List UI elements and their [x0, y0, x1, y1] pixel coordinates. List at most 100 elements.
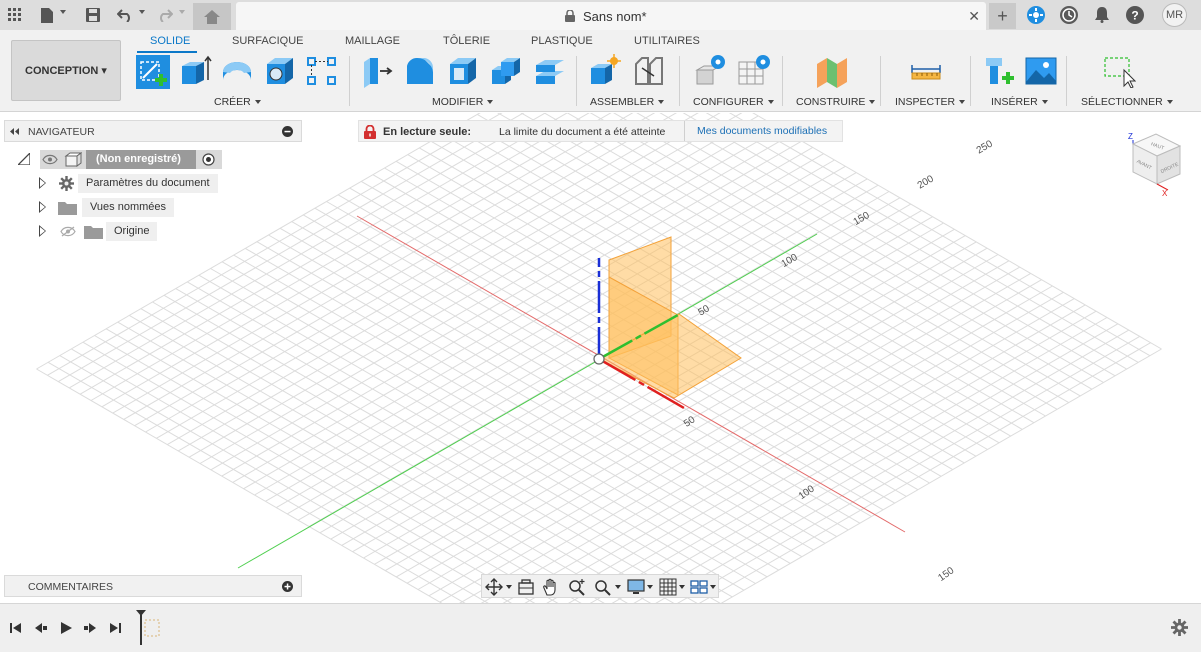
home-button[interactable]: [193, 3, 231, 30]
save-icon[interactable]: [82, 4, 104, 26]
tree-item-label: Paramètres du document: [78, 174, 218, 193]
orbit-caret[interactable]: [506, 585, 512, 589]
group-selectionner-menu[interactable]: SÉLECTIONNER: [1081, 96, 1173, 108]
folder-icon: [84, 226, 103, 239]
pan-hand-icon[interactable]: [542, 578, 560, 596]
tree-expand-icon[interactable]: [39, 201, 46, 213]
tab-plastique[interactable]: PLASTIQUE: [531, 35, 593, 47]
configuration-table-icon[interactable]: [737, 54, 771, 88]
ruler-label-right: 250: [975, 138, 995, 156]
construction-plane-icon[interactable]: [815, 54, 849, 88]
redo-icon[interactable]: [154, 4, 176, 26]
orbit-icon[interactable]: [485, 578, 503, 596]
activate-radio-icon[interactable]: [202, 153, 215, 166]
hidden-eye-icon[interactable]: [60, 226, 76, 237]
tab-maillage[interactable]: MAILLAGE: [345, 35, 400, 47]
undo-icon[interactable]: [114, 4, 136, 26]
group-inspecter-menu[interactable]: INSPECTER: [895, 96, 965, 108]
tab-surfacique[interactable]: SURFACIQUE: [232, 35, 304, 47]
new-component-icon[interactable]: [588, 54, 622, 88]
comments-title: COMMENTAIRES: [28, 581, 113, 593]
notifications-bell-icon[interactable]: [1091, 4, 1113, 26]
insert-mcmaster-icon[interactable]: [983, 54, 1017, 88]
pattern-icon[interactable]: [305, 54, 339, 88]
display-caret[interactable]: [647, 585, 653, 589]
step-back-icon[interactable]: [33, 621, 49, 635]
editable-documents-link[interactable]: Mes documents modifiables: [684, 121, 839, 141]
tree-item-origin[interactable]: Origine: [36, 222, 166, 241]
svg-text:?: ?: [1131, 9, 1138, 23]
group-configurer-menu[interactable]: CONFIGURER: [693, 96, 774, 108]
combine-icon[interactable]: [489, 54, 523, 88]
go-to-start-icon[interactable]: [8, 621, 24, 635]
viewports-icon[interactable]: [690, 578, 708, 596]
gear-icon: [59, 176, 74, 191]
workspace-switcher[interactable]: CONCEPTION ▾: [11, 40, 121, 101]
file-icon[interactable]: [36, 4, 58, 26]
tree-item-document-settings[interactable]: Paramètres du document: [36, 174, 218, 193]
hole-icon[interactable]: [263, 54, 297, 88]
viewports-caret[interactable]: [710, 585, 716, 589]
timeline-marker-icon[interactable]: [134, 610, 164, 646]
display-settings-icon[interactable]: [627, 578, 645, 596]
origin-point[interactable]: [593, 353, 605, 365]
group-modifier-menu[interactable]: MODIFIER: [432, 96, 493, 108]
ruler-label-right: 150: [852, 210, 872, 228]
timeline-settings-gear-icon[interactable]: [1171, 619, 1188, 636]
fit-zoom-icon[interactable]: [594, 578, 612, 596]
extensions-icon[interactable]: [1027, 6, 1045, 24]
help-icon[interactable]: ?: [1126, 6, 1144, 24]
viewcube-x-label: X: [1162, 189, 1168, 198]
insert-canvas-icon[interactable]: [1024, 54, 1058, 88]
document-tab[interactable]: Sans nom* ✕: [236, 2, 986, 30]
redo-caret[interactable]: [179, 10, 185, 14]
tab-tolerie[interactable]: TÔLERIE: [443, 35, 490, 47]
configure-icon[interactable]: [694, 54, 728, 88]
fillet-icon[interactable]: [403, 54, 437, 88]
comments-panel-header[interactable]: COMMENTAIRES: [4, 575, 302, 597]
measure-icon[interactable]: [909, 54, 943, 88]
offset-face-icon[interactable]: [533, 54, 567, 88]
tab-solide[interactable]: SOLIDE: [150, 35, 190, 47]
create-sketch-icon[interactable]: [135, 54, 171, 90]
job-status-icon[interactable]: [1060, 6, 1078, 24]
grid-caret[interactable]: [679, 585, 685, 589]
extrude-icon[interactable]: [178, 54, 212, 88]
tree-expand-icon[interactable]: [39, 177, 46, 189]
minimize-panel-icon[interactable]: [282, 126, 293, 137]
zoom-caret[interactable]: [615, 585, 621, 589]
select-window-icon[interactable]: [1102, 54, 1136, 88]
close-tab-icon[interactable]: ✕: [968, 8, 980, 25]
new-tab-button[interactable]: +: [989, 3, 1016, 29]
grid-settings-icon[interactable]: [659, 578, 677, 596]
go-to-end-icon[interactable]: [107, 621, 123, 635]
undo-caret[interactable]: [139, 10, 145, 14]
banner-title: En lecture seule:: [383, 126, 472, 138]
tree-collapse-icon[interactable]: [18, 153, 30, 165]
step-forward-icon[interactable]: [82, 621, 98, 635]
revolve-icon[interactable]: [220, 54, 254, 88]
group-construire-menu[interactable]: CONSTRUIRE: [796, 96, 875, 108]
play-icon[interactable]: [58, 621, 74, 635]
navigator-panel-header[interactable]: NAVIGATEUR: [4, 120, 302, 142]
app-grid-icon[interactable]: [4, 4, 26, 26]
group-creer-menu[interactable]: CRÉER: [214, 96, 261, 108]
file-menu-caret[interactable]: [60, 10, 66, 14]
tab-utilitaires[interactable]: UTILITAIRES: [634, 35, 700, 47]
shell-icon[interactable]: [446, 54, 480, 88]
tree-root-row[interactable]: (Non enregistré): [18, 150, 228, 169]
user-avatar[interactable]: MR: [1162, 3, 1187, 27]
group-assembler-menu[interactable]: ASSEMBLER: [590, 96, 664, 108]
navigator-title: NAVIGATEUR: [28, 126, 95, 138]
joint-icon[interactable]: [632, 54, 666, 88]
look-at-icon[interactable]: [517, 578, 535, 596]
zoom-icon[interactable]: [568, 578, 586, 596]
press-pull-icon[interactable]: [360, 54, 394, 88]
collapse-panel-icon[interactable]: [10, 128, 20, 135]
tree-item-named-views[interactable]: Vues nommées: [36, 198, 176, 217]
tree-expand-icon[interactable]: [39, 225, 46, 237]
viewcube[interactable]: Z HAUT AVANT DROITE X: [1124, 128, 1184, 198]
expand-panel-icon[interactable]: [282, 581, 293, 592]
visibility-eye-icon[interactable]: [42, 154, 58, 165]
group-inserer-menu[interactable]: INSÉRER: [991, 96, 1048, 108]
